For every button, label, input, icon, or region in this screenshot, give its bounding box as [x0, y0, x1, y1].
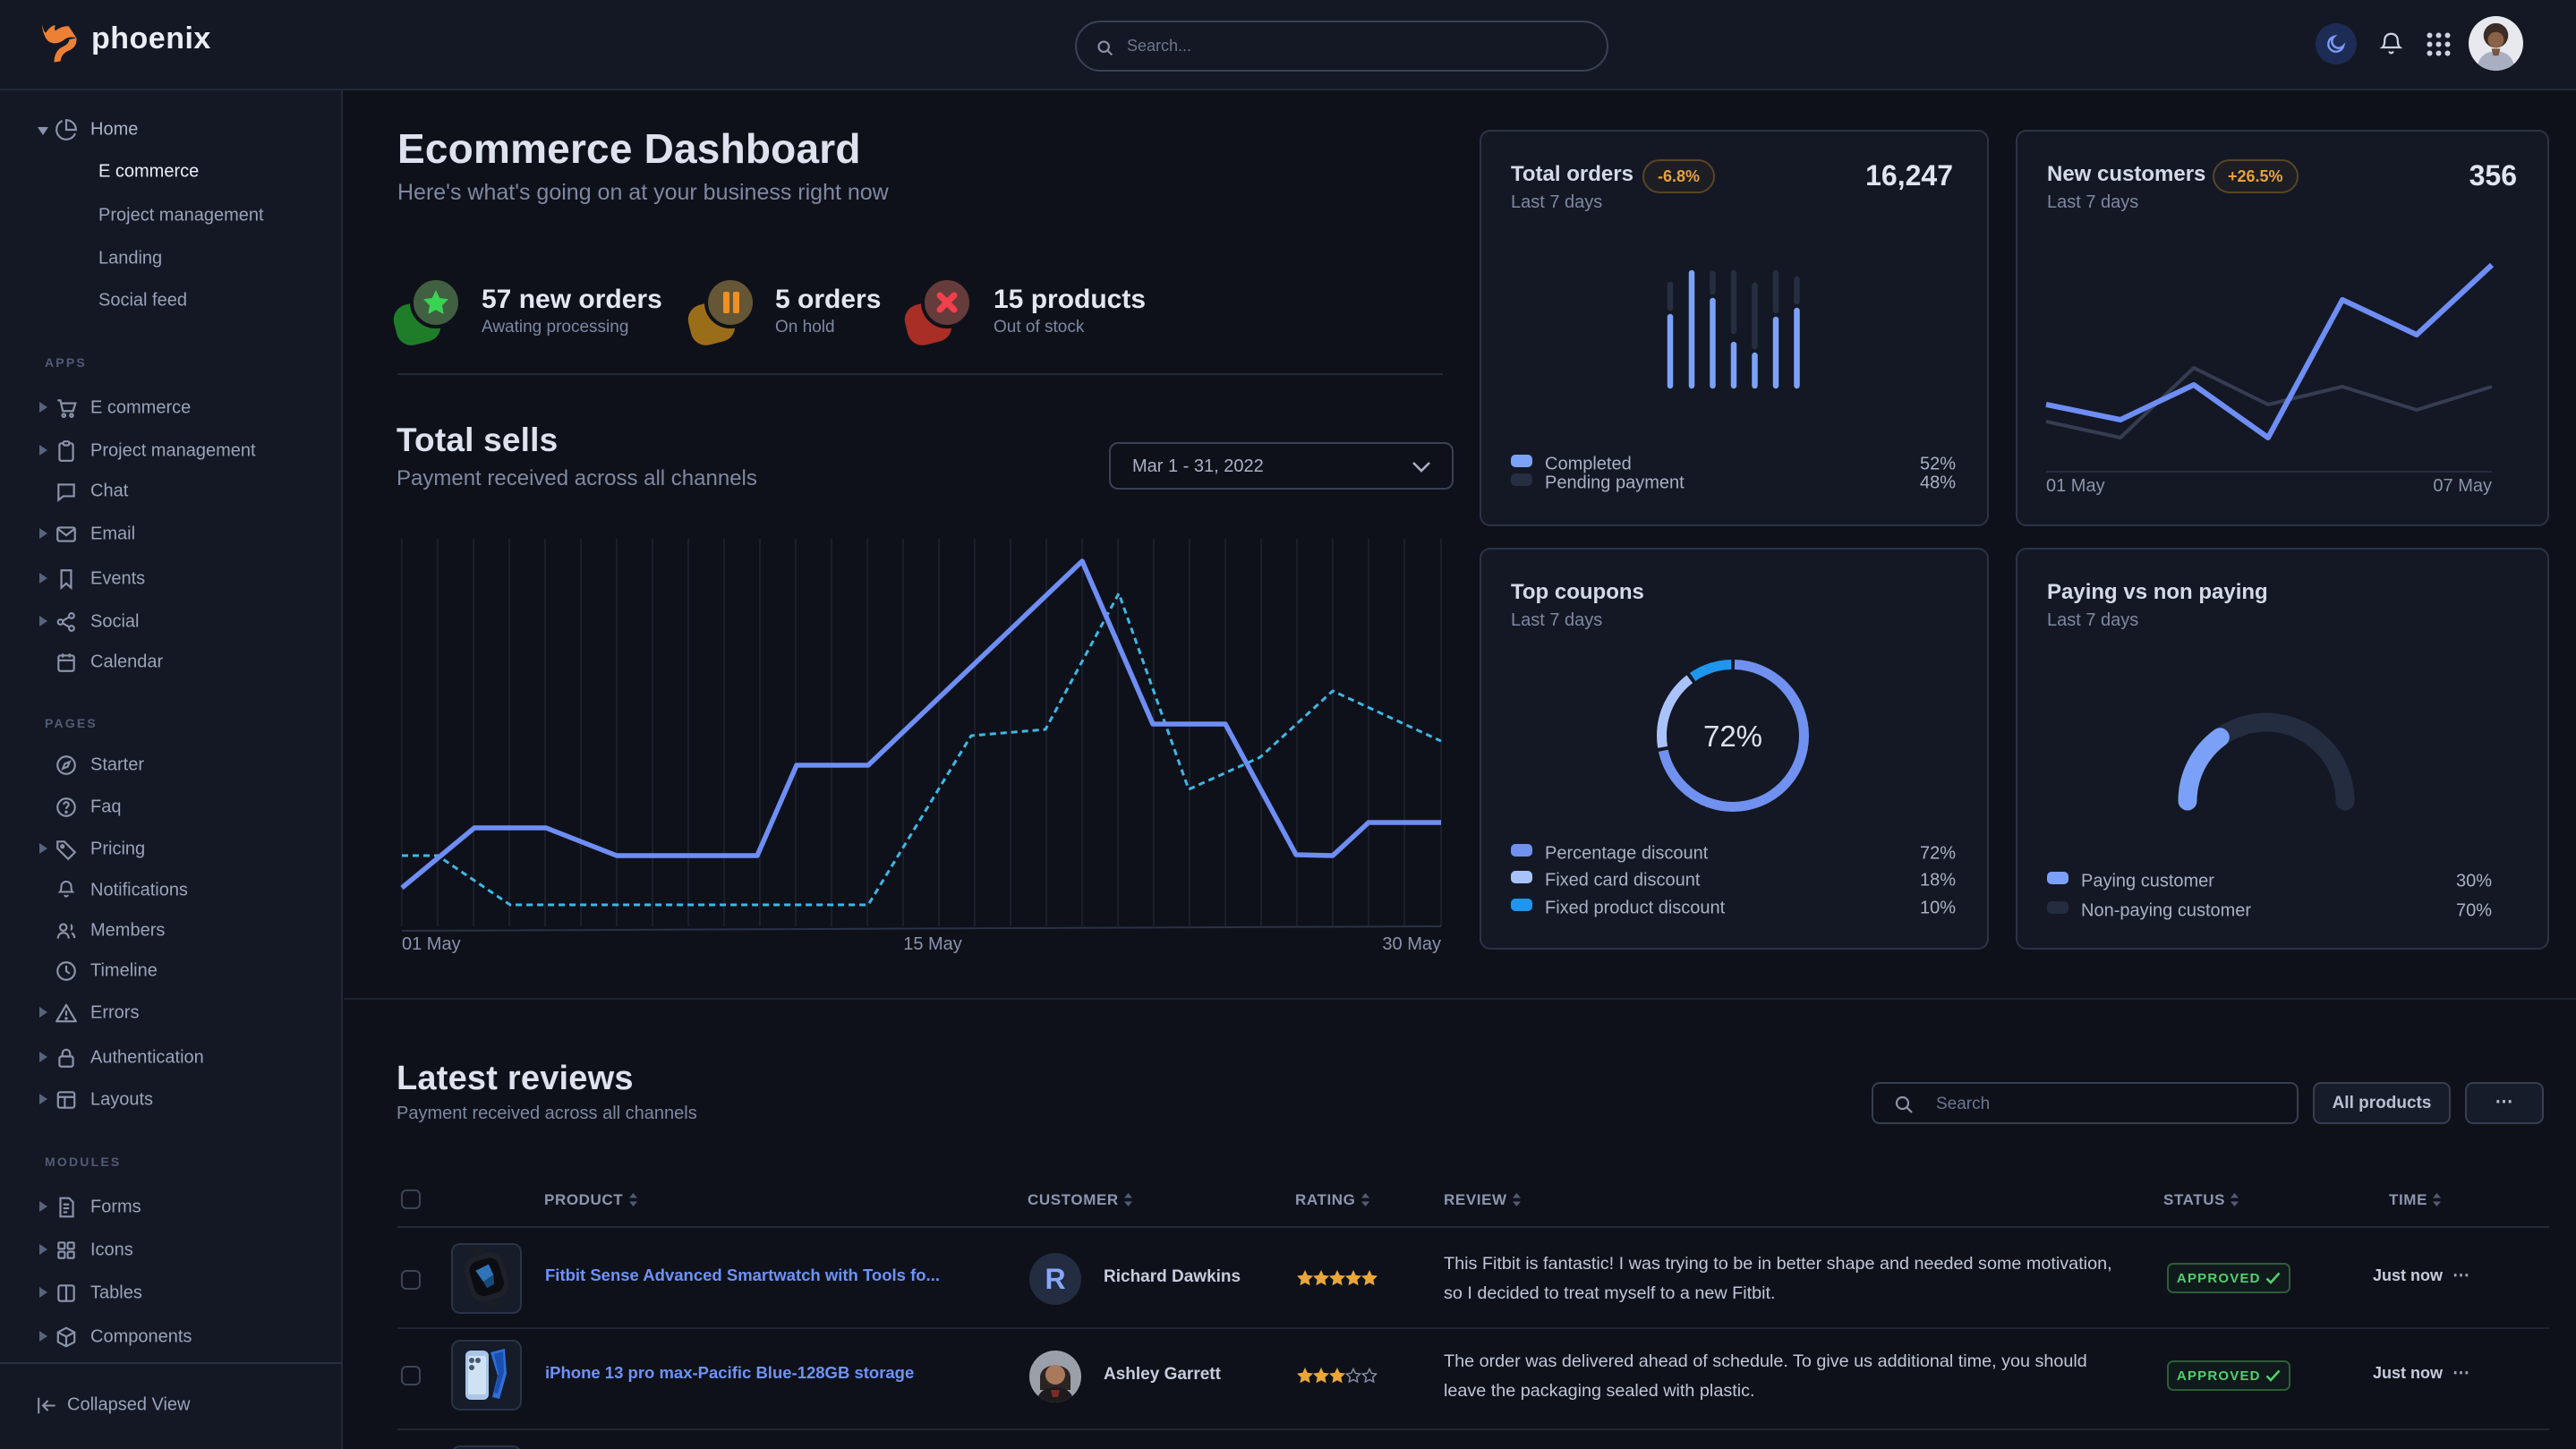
svg-text:07 May: 07 May: [2433, 476, 2492, 496]
svg-text:15 May: 15 May: [903, 934, 962, 954]
svg-text:30 May: 30 May: [1382, 934, 1441, 954]
svg-text:01 May: 01 May: [2046, 476, 2105, 496]
svg-text:01 May: 01 May: [402, 934, 461, 954]
svg-text:72%: 72%: [1703, 720, 1762, 753]
